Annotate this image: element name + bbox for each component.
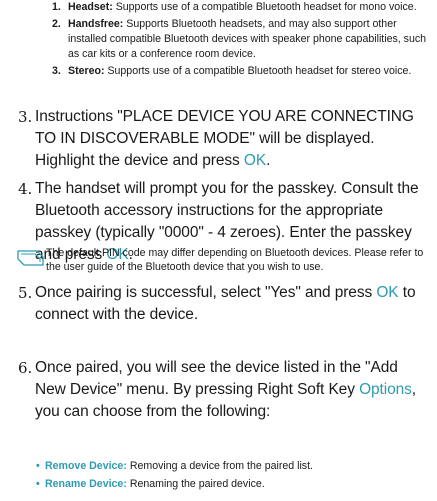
profile-number: 1. <box>52 1 61 13</box>
step-text: Instructions "PLACE DEVICE YOU ARE CONNE… <box>35 106 430 172</box>
step-number: 3. <box>18 108 33 126</box>
option-desc: Rename Device: Renaming the paired device… <box>45 475 265 493</box>
profile-item-stereo: 3. Stereo: Supports use of a compatible … <box>52 64 430 79</box>
profile-item-headset: 1. Headset: Supports use of a compatible… <box>52 0 430 15</box>
note-box: The default PIN code may differ dependin… <box>16 246 428 274</box>
option-text: Removing a device from the paired list. <box>129 460 313 472</box>
step-text-part: . <box>266 152 271 169</box>
manual-page: 1. Headset: Supports use of a compatible… <box>0 0 437 501</box>
option-item-remove: • Remove Device: Removing a device from t… <box>36 457 428 475</box>
step-number: 5. <box>18 284 33 302</box>
ok-key-label: OK <box>376 284 399 301</box>
option-item-rename: • Rename Device: Renaming the paired devi… <box>36 475 428 493</box>
option-desc: Remove Device: Removing a device from the… <box>45 457 313 475</box>
bullet-icon: • <box>36 478 40 490</box>
option-text: Renaming the paired device. <box>129 478 265 490</box>
profile-number: 2. <box>52 18 61 30</box>
option-term: Remove Device: <box>45 460 127 472</box>
bullet-icon: • <box>36 460 40 472</box>
profile-text: Supports use of a compatible Bluetooth h… <box>107 65 412 77</box>
step-text-part: Once paired, you will see the device lis… <box>35 359 398 398</box>
step-number: 6. <box>18 359 33 377</box>
step-text: Once pairing is successful, select "Yes"… <box>35 282 430 326</box>
options-list: • Remove Device: Removing a device from t… <box>36 457 428 493</box>
profile-desc: Stereo: Supports use of a compatible Blu… <box>68 64 411 79</box>
profile-list: 1. Headset: Supports use of a compatible… <box>52 0 430 81</box>
profile-term: Handsfree: <box>68 18 124 30</box>
options-key-label: Options <box>359 381 412 398</box>
step-text: Once paired, you will see the device lis… <box>35 357 430 423</box>
step-text-part: Once pairing is successful, select "Yes"… <box>35 284 377 301</box>
option-term: Rename Device: <box>45 478 127 490</box>
profile-desc: Headset: Supports use of a compatible Bl… <box>68 0 417 15</box>
profile-item-handsfree: 2. Handsfree: Supports Bluetooth headset… <box>52 17 430 62</box>
step-text-part: Instructions "PLACE DEVICE YOU ARE CONNE… <box>35 108 414 169</box>
profile-number: 3. <box>52 65 61 77</box>
note-text: The default PIN code may differ dependin… <box>46 247 424 273</box>
note-icon <box>16 247 46 269</box>
ok-key-label: OK <box>243 152 267 169</box>
step-6: 6. Once paired, you will see the device … <box>18 357 430 423</box>
profile-desc: Handsfree: Supports Bluetooth headsets, … <box>68 17 430 62</box>
profile-text: Supports use of a compatible Bluetooth h… <box>115 1 417 13</box>
profile-term: Headset: <box>68 1 113 13</box>
step-5: 5. Once pairing is successful, select "Y… <box>18 282 430 326</box>
profile-term: Stereo: <box>68 65 105 77</box>
step-3: 3. Instructions "PLACE DEVICE YOU ARE CO… <box>18 106 430 172</box>
